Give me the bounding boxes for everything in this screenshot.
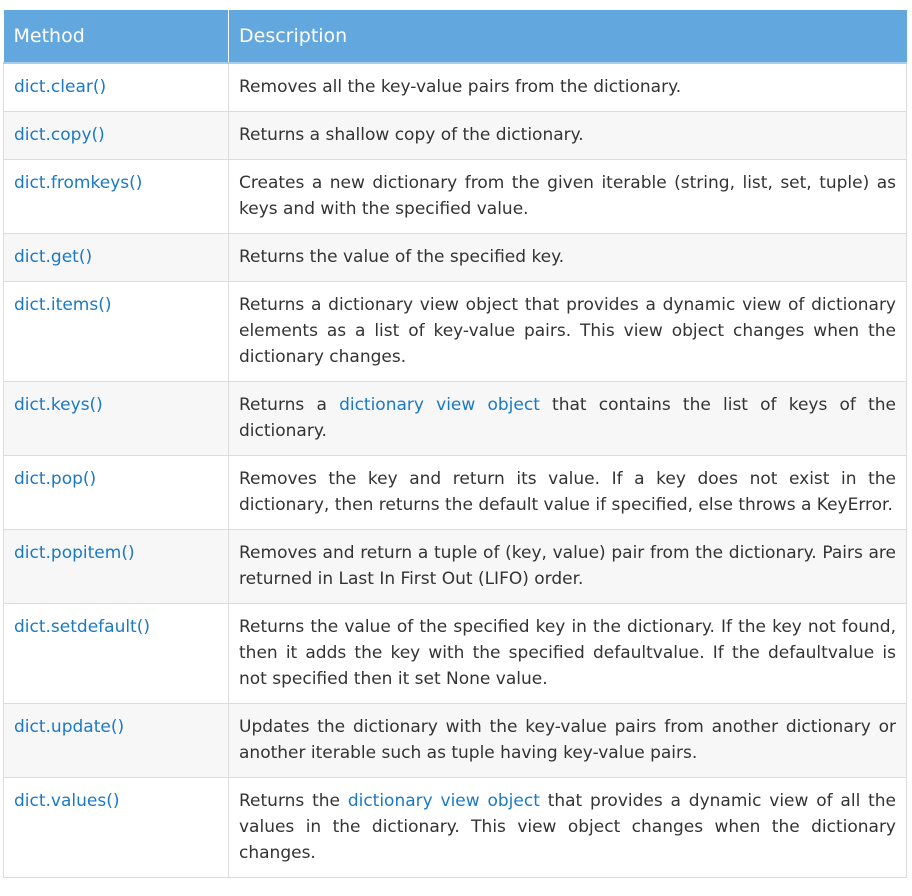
- description-text: Returns a shallow copy of the dictionary…: [239, 125, 584, 145]
- method-link[interactable]: dict.clear(): [14, 77, 106, 97]
- method-link[interactable]: dict.setdefault(): [14, 617, 150, 637]
- description-text: Returns the: [239, 791, 348, 811]
- method-cell: dict.get(): [3, 233, 229, 282]
- method-link[interactable]: dict.items(): [14, 295, 111, 315]
- description-text: Removes all the key-value pairs from the…: [239, 77, 682, 97]
- header-method: Method: [3, 10, 229, 64]
- method-cell: dict.keys(): [3, 381, 229, 456]
- method-link[interactable]: dict.copy(): [14, 125, 105, 145]
- method-cell: dict.fromkeys(): [3, 159, 229, 234]
- description-cell: Updates the dictionary with the key-valu…: [228, 703, 907, 778]
- description-cell: Returns a dictionary view object that co…: [228, 381, 907, 456]
- description-text: Returns the value of the specified key i…: [239, 617, 896, 689]
- dict-methods-table: Method Description dict.clear() Removes a…: [3, 10, 907, 878]
- description-text: Returns a: [239, 395, 340, 415]
- table-row: dict.get() Returns the value of the speci…: [3, 233, 907, 282]
- description-text: Removes the key and return its value. If…: [239, 469, 896, 515]
- method-cell: dict.items(): [3, 281, 229, 382]
- table-row: dict.setdefault() Returns the value of th…: [3, 603, 907, 704]
- description-cell: Removes all the key-value pairs from the…: [228, 62, 907, 112]
- table-row: dict.update() Updates the dictionary with…: [3, 703, 907, 778]
- table-header: Method Description: [3, 10, 907, 64]
- description-cell: Returns the value of the specified key i…: [228, 603, 907, 704]
- table-row: dict.clear() Removes all the key-value pa…: [3, 62, 907, 112]
- method-link[interactable]: dict.pop(): [14, 469, 96, 489]
- description-cell: Creates a new dictionary from the given …: [228, 159, 907, 234]
- description-cell: Removes the key and return its value. If…: [228, 455, 907, 530]
- methods-table-container: Method Description dict.clear() Removes a…: [3, 10, 907, 878]
- header-row: Method Description: [3, 10, 907, 64]
- method-link[interactable]: dict.keys(): [14, 395, 103, 415]
- header-description: Description: [228, 10, 907, 64]
- method-link[interactable]: dict.update(): [14, 717, 124, 737]
- description-cell: Removes and return a tuple of (key, valu…: [228, 529, 907, 604]
- table-row: dict.fromkeys() Creates a new dictionary …: [3, 159, 907, 234]
- method-cell: dict.popitem(): [3, 529, 229, 604]
- method-link[interactable]: dict.fromkeys(): [14, 173, 142, 193]
- description-text: Creates a new dictionary from the given …: [239, 173, 896, 219]
- table-row: dict.values() Returns the dictionary view…: [3, 777, 907, 878]
- table-row: dict.popitem() Removes and return a tuple…: [3, 529, 907, 604]
- description-cell: Returns a shallow copy of the dictionary…: [228, 111, 907, 160]
- description-cell: Returns the dictionary view object that …: [228, 777, 907, 878]
- description-link[interactable]: dictionary view object: [348, 791, 540, 811]
- description-cell: Returns a dictionary view object that pr…: [228, 281, 907, 382]
- table-row: dict.pop() Removes the key and return its…: [3, 455, 907, 530]
- method-link[interactable]: dict.values(): [14, 791, 120, 811]
- table-row: dict.items() Returns a dictionary view ob…: [3, 281, 907, 382]
- method-cell: dict.update(): [3, 703, 229, 778]
- method-cell: dict.clear(): [3, 62, 229, 112]
- method-cell: dict.copy(): [3, 111, 229, 160]
- method-cell: dict.pop(): [3, 455, 229, 530]
- description-text: Updates the dictionary with the key-valu…: [239, 717, 896, 763]
- description-link[interactable]: dictionary view object: [339, 395, 540, 415]
- method-link[interactable]: dict.get(): [14, 247, 92, 267]
- table-row: dict.copy() Returns a shallow copy of the…: [3, 111, 907, 160]
- method-cell: dict.values(): [3, 777, 229, 878]
- description-text: Returns a dictionary view object that pr…: [239, 295, 896, 367]
- description-cell: Returns the value of the specified key.: [228, 233, 907, 282]
- table-row: dict.keys() Returns a dictionary view obj…: [3, 381, 907, 456]
- method-link[interactable]: dict.popitem(): [14, 543, 135, 563]
- table-body: dict.clear() Removes all the key-value pa…: [3, 62, 907, 878]
- method-cell: dict.setdefault(): [3, 603, 229, 704]
- description-text: Removes and return a tuple of (key, valu…: [239, 543, 896, 589]
- description-text: Returns the value of the specified key.: [239, 247, 565, 267]
